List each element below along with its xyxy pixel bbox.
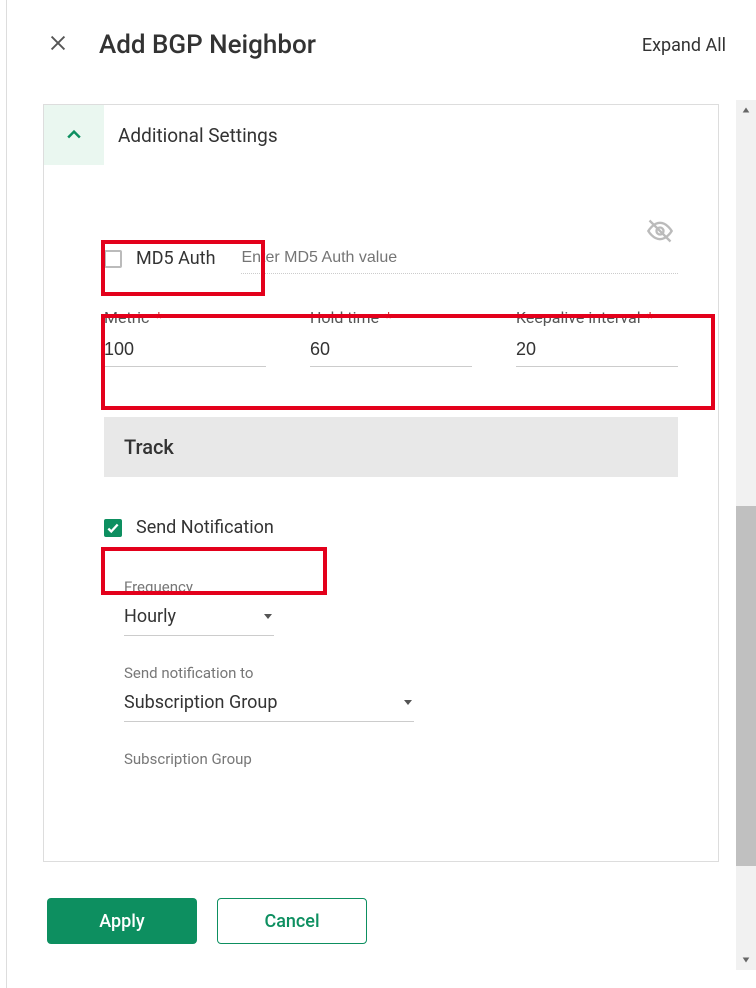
- scroll-down-arrow-icon[interactable]: [736, 950, 756, 970]
- cancel-button[interactable]: Cancel: [217, 898, 367, 944]
- highlight-annotation: [101, 314, 715, 410]
- settings-scroll-area[interactable]: Additional Settings MD5 Auth: [43, 104, 719, 862]
- send-notification-label: Send Notification: [136, 517, 274, 538]
- highlight-annotation: [101, 240, 265, 296]
- frequency-dropdown[interactable]: Hourly: [124, 604, 274, 636]
- track-header[interactable]: Track: [104, 417, 678, 477]
- subscription-group-label: Subscription Group: [124, 750, 414, 768]
- scroll-up-arrow-icon[interactable]: [736, 100, 756, 120]
- send-notification-checkbox[interactable]: [104, 519, 122, 537]
- highlight-annotation: [101, 547, 327, 595]
- collapse-section-button[interactable]: [44, 105, 104, 165]
- notify-to-dropdown[interactable]: Subscription Group: [124, 690, 414, 722]
- scrollbar-thumb[interactable]: [736, 506, 756, 866]
- apply-button[interactable]: Apply: [47, 898, 197, 944]
- caret-down-icon: [402, 693, 414, 712]
- notify-to-label: Send notification to: [124, 664, 414, 682]
- expand-all-link[interactable]: Expand All: [642, 35, 726, 56]
- page-title: Add BGP Neighbor: [99, 30, 642, 60]
- visibility-off-icon[interactable]: [646, 217, 674, 249]
- md5-auth-input[interactable]: [241, 243, 678, 274]
- close-icon[interactable]: [47, 32, 69, 58]
- section-title: Additional Settings: [118, 124, 278, 147]
- caret-down-icon: [262, 607, 274, 626]
